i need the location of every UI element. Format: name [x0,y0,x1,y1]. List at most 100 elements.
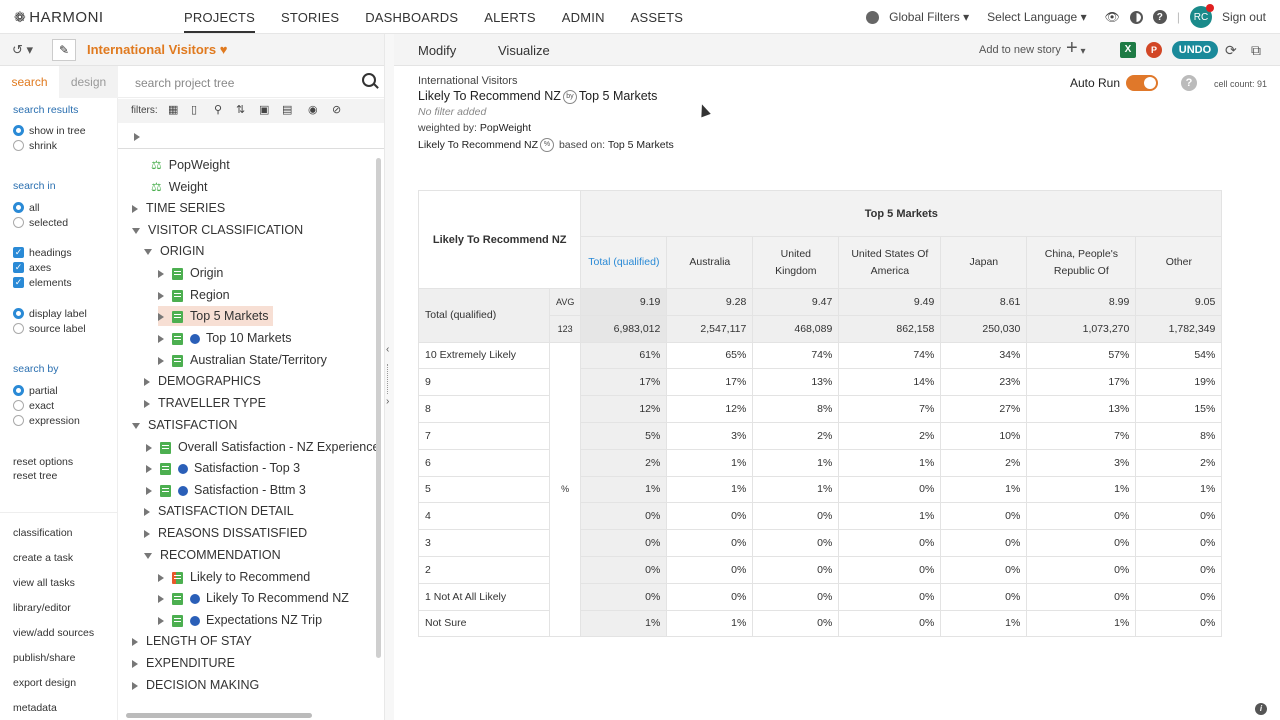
data-cell[interactable]: 17% [666,368,754,397]
count-cell[interactable]: 2,547,117 [666,314,754,343]
tree-item-region[interactable]: Region [158,285,230,305]
tab-design[interactable]: design [59,66,118,98]
tab-modify[interactable]: Modify [418,43,456,58]
count-cell[interactable]: 1,073,270 [1026,314,1137,343]
data-cell[interactable]: 13% [752,368,840,397]
data-cell[interactable]: 19% [1135,368,1223,397]
publish-share-link[interactable]: publish/share [13,652,75,664]
tree-item-weight[interactable]: ⚖ Weight [151,177,207,197]
column-filter-icon[interactable]: ▯ [191,103,197,116]
data-cell[interactable]: 23% [940,368,1028,397]
tree-item-aus-state[interactable]: Australian State/Territory [158,350,327,370]
view-add-sources-link[interactable]: view/add sources [13,627,94,639]
count-cell[interactable]: 1,782,349 [1135,314,1223,343]
avg-cell[interactable]: 9.19 [580,288,668,316]
data-cell[interactable]: 12% [580,395,668,423]
data-cell[interactable]: 1% [940,609,1028,638]
save-filter-icon[interactable]: ▣ [259,103,269,116]
all-radio[interactable] [13,202,24,213]
count-cell[interactable]: 6,983,012 [580,314,668,343]
grid-filter-icon[interactable]: ▦ [168,103,178,116]
data-cell[interactable]: 1% [752,475,840,504]
nav-projects[interactable]: PROJECTS [184,10,255,33]
data-cell[interactable]: 0% [752,502,840,531]
panel-splitter[interactable]: ‹ › [384,34,394,720]
data-cell[interactable]: 34% [940,341,1028,370]
column-header[interactable]: Japan [940,236,1028,289]
data-cell[interactable]: 7% [838,395,942,423]
tab-visualize[interactable]: Visualize [498,43,550,58]
data-cell[interactable]: 0% [666,582,754,611]
nav-assets[interactable]: ASSETS [631,10,684,25]
data-cell[interactable]: 0% [666,529,754,557]
data-cell[interactable]: 0% [580,529,668,557]
history-icon[interactable]: ↺ ▾ [12,42,33,58]
metadata-link[interactable]: metadata [13,702,57,714]
tree-scrollbar-horizontal[interactable] [126,713,312,718]
data-cell[interactable]: 1% [838,448,942,477]
partial-radio[interactable] [13,385,24,396]
data-cell[interactable]: 1% [580,475,668,504]
tree-item-demographics[interactable]: DEMOGRAPHICS [144,371,261,391]
globe-icon[interactable] [866,10,880,24]
data-cell[interactable]: 3% [666,421,754,450]
reset-tree-link[interactable]: reset tree [13,470,57,482]
tree-item-satisfaction[interactable]: SATISFACTION [132,415,237,435]
show-in-tree-radio[interactable] [13,125,24,136]
elements-checkbox[interactable]: ✓ [13,277,24,288]
data-cell[interactable]: 0% [1026,555,1137,584]
data-cell[interactable]: 0% [1135,582,1223,611]
data-cell[interactable]: 7% [1026,421,1137,450]
data-cell[interactable]: 0% [940,582,1028,611]
data-cell[interactable]: 2% [838,421,942,450]
tree-item-time-series[interactable]: TIME SERIES [132,198,225,218]
data-cell[interactable]: 0% [838,609,942,638]
tree-item-top10-markets[interactable]: Top 10 Markets [158,328,291,348]
data-cell[interactable]: 2% [580,448,668,477]
contrast-icon[interactable] [1129,10,1143,24]
tree-item-traveller-type[interactable]: TRAVELLER TYPE [144,393,266,413]
tree-search[interactable]: search project tree [118,66,384,98]
help-icon[interactable]: ? [1181,75,1197,91]
data-cell[interactable]: 54% [1135,341,1223,370]
eye-icon[interactable]: 👁 [1105,10,1120,24]
data-cell[interactable]: 15% [1135,395,1223,423]
info-icon[interactable]: i [1255,703,1267,715]
data-cell[interactable]: 0% [838,555,942,584]
tree-item-origin-group[interactable]: ORIGIN [144,241,204,261]
data-cell[interactable]: 0% [1026,582,1137,611]
language-dropdown[interactable]: Select Language ▾ [987,10,1086,24]
column-header[interactable]: Other [1135,236,1223,289]
column-header[interactable]: United Kingdom [752,236,840,289]
source-label-radio[interactable] [13,323,24,334]
create-task-link[interactable]: create a task [13,552,73,564]
search-icon[interactable] [362,73,376,87]
shrink-radio[interactable] [13,140,24,151]
tree-item-length-of-stay[interactable]: LENGTH OF STAY [132,631,252,651]
data-cell[interactable]: 1% [666,609,754,638]
data-cell[interactable]: 10% [940,421,1028,450]
data-cell[interactable]: 0% [666,555,754,584]
data-cell[interactable]: 0% [752,582,840,611]
data-cell[interactable]: 27% [940,395,1028,423]
data-cell[interactable]: 0% [580,555,668,584]
data-cell[interactable]: 0% [838,582,942,611]
tree-item-recommendation[interactable]: RECOMMENDATION [144,545,281,565]
data-cell[interactable]: 0% [752,529,840,557]
data-cell[interactable]: 0% [940,555,1028,584]
help-icon[interactable]: ? [1152,10,1167,24]
eye-off-icon[interactable]: ⊘ [332,103,341,116]
expand-filter-icon[interactable]: ▤ [282,103,292,116]
tree-item-top5-markets[interactable]: Top 5 Markets [158,306,273,326]
tree-item-origin[interactable]: Origin [158,263,223,283]
data-cell[interactable]: 2% [940,448,1028,477]
data-cell[interactable]: 13% [1026,395,1137,423]
global-filters-dropdown[interactable]: Global Filters ▾ [889,10,969,24]
excel-export-icon[interactable]: X [1120,42,1136,58]
column-header[interactable]: Australia [666,236,754,289]
tree-item-overall-satisfaction[interactable]: Overall Satisfaction - NZ Experience [146,437,379,457]
tree-item-expectations[interactable]: Expectations NZ Trip [158,610,322,630]
data-cell[interactable]: 2% [752,421,840,450]
heart-icon[interactable]: ♥ [220,42,228,57]
data-cell[interactable]: 0% [1135,555,1223,584]
